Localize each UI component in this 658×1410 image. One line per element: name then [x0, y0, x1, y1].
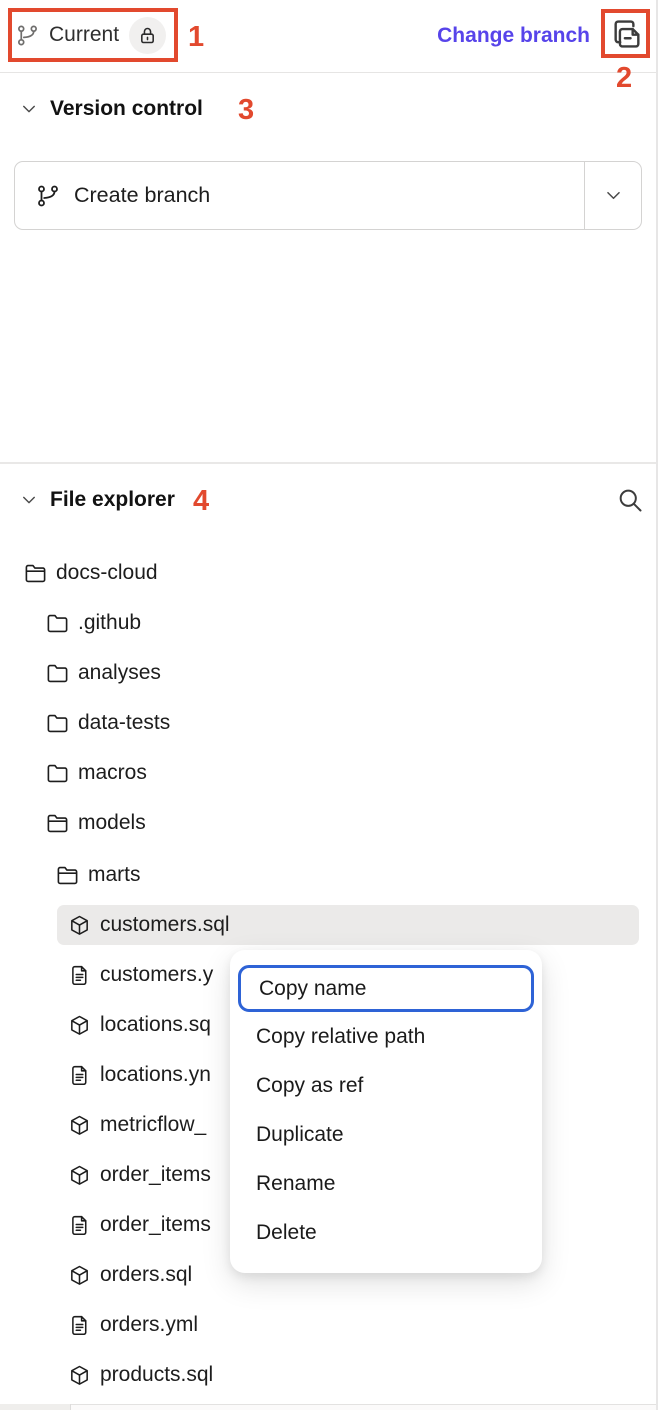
header-divider: [0, 72, 658, 73]
lock-icon: [137, 25, 158, 46]
copy-icon: [610, 17, 644, 51]
create-branch-split-button: Create branch: [14, 161, 642, 230]
annotation-number-1: 1: [188, 21, 204, 54]
menu-item-copy-as-ref[interactable]: Copy as ref: [230, 1061, 542, 1110]
search-icon: [616, 486, 644, 514]
annotation-number-2: 2: [616, 62, 632, 95]
model-cube-icon: [68, 1114, 91, 1137]
current-branch-selector[interactable]: Current: [16, 15, 166, 55]
model-cube-icon: [68, 1164, 91, 1187]
yml-file-icon: [68, 1064, 91, 1087]
section-divider: [0, 462, 658, 464]
tree-row-customers-sql[interactable]: customers.sql: [0, 900, 656, 950]
tree-row-models[interactable]: models: [0, 798, 656, 848]
tree-row-data-tests[interactable]: data-tests: [0, 698, 656, 748]
create-branch-button[interactable]: Create branch: [15, 162, 584, 229]
model-cube-icon: [68, 1014, 91, 1037]
model-cube-icon: [68, 1264, 91, 1287]
git-branch-icon: [36, 184, 60, 208]
tree-row-marts[interactable]: marts: [0, 850, 656, 900]
ide-sidebar: Current Change branch Version control Cr: [0, 0, 658, 1410]
branch-lock-badge: [129, 17, 166, 54]
branch-actions-dropdown-toggle[interactable]: [585, 162, 641, 229]
folder-open-icon: [24, 562, 47, 585]
tree-row-products-sql[interactable]: products.sql: [0, 1350, 656, 1400]
annotation-number-3: 3: [238, 94, 254, 127]
model-cube-icon: [68, 1364, 91, 1387]
chevron-down-icon: [604, 186, 623, 205]
yml-file-icon: [68, 1314, 91, 1337]
branch-header: Current Change branch: [0, 0, 658, 72]
tree-row-github[interactable]: .github: [0, 598, 656, 648]
menu-item-rename[interactable]: Rename: [230, 1159, 542, 1208]
annotation-number-4: 4: [193, 485, 209, 518]
yml-file-icon: [68, 964, 91, 987]
version-control-title: Version control: [50, 97, 203, 121]
scrollbar-thumb[interactable]: [0, 1404, 71, 1410]
copy-file-contents-button[interactable]: [607, 14, 647, 54]
tree-row-analyses[interactable]: analyses: [0, 648, 656, 698]
folder-open-icon: [46, 812, 69, 835]
file-context-menu: Copy name Copy relative path Copy as ref…: [230, 950, 542, 1273]
folder-open-icon: [56, 864, 79, 887]
version-control-section-header[interactable]: Version control: [0, 92, 658, 126]
file-search-button[interactable]: [611, 481, 649, 519]
tree-row-macros[interactable]: macros: [0, 748, 656, 798]
menu-item-copy-relative-path[interactable]: Copy relative path: [230, 1012, 542, 1061]
create-branch-label: Create branch: [74, 183, 210, 208]
chevron-down-icon: [20, 100, 38, 118]
folder-icon: [46, 662, 69, 685]
tree-row-orders-yml[interactable]: orders.yml: [0, 1300, 656, 1350]
change-branch-link[interactable]: Change branch: [437, 24, 590, 48]
folder-icon: [46, 712, 69, 735]
file-explorer-title: File explorer: [50, 488, 175, 512]
git-branch-icon: [16, 24, 39, 47]
tree-row-docs-cloud[interactable]: docs-cloud: [0, 548, 656, 598]
folder-icon: [46, 762, 69, 785]
model-cube-icon: [68, 914, 91, 937]
yml-file-icon: [68, 1214, 91, 1237]
bottom-panel-edge: [0, 1404, 658, 1410]
menu-item-duplicate[interactable]: Duplicate: [230, 1110, 542, 1159]
menu-item-delete[interactable]: Delete: [230, 1208, 542, 1257]
branch-name-label: Current: [49, 23, 119, 47]
file-explorer-section-header[interactable]: File explorer: [0, 483, 658, 517]
folder-icon: [46, 612, 69, 635]
chevron-down-icon: [20, 491, 38, 509]
menu-item-copy-name[interactable]: Copy name: [238, 965, 534, 1012]
